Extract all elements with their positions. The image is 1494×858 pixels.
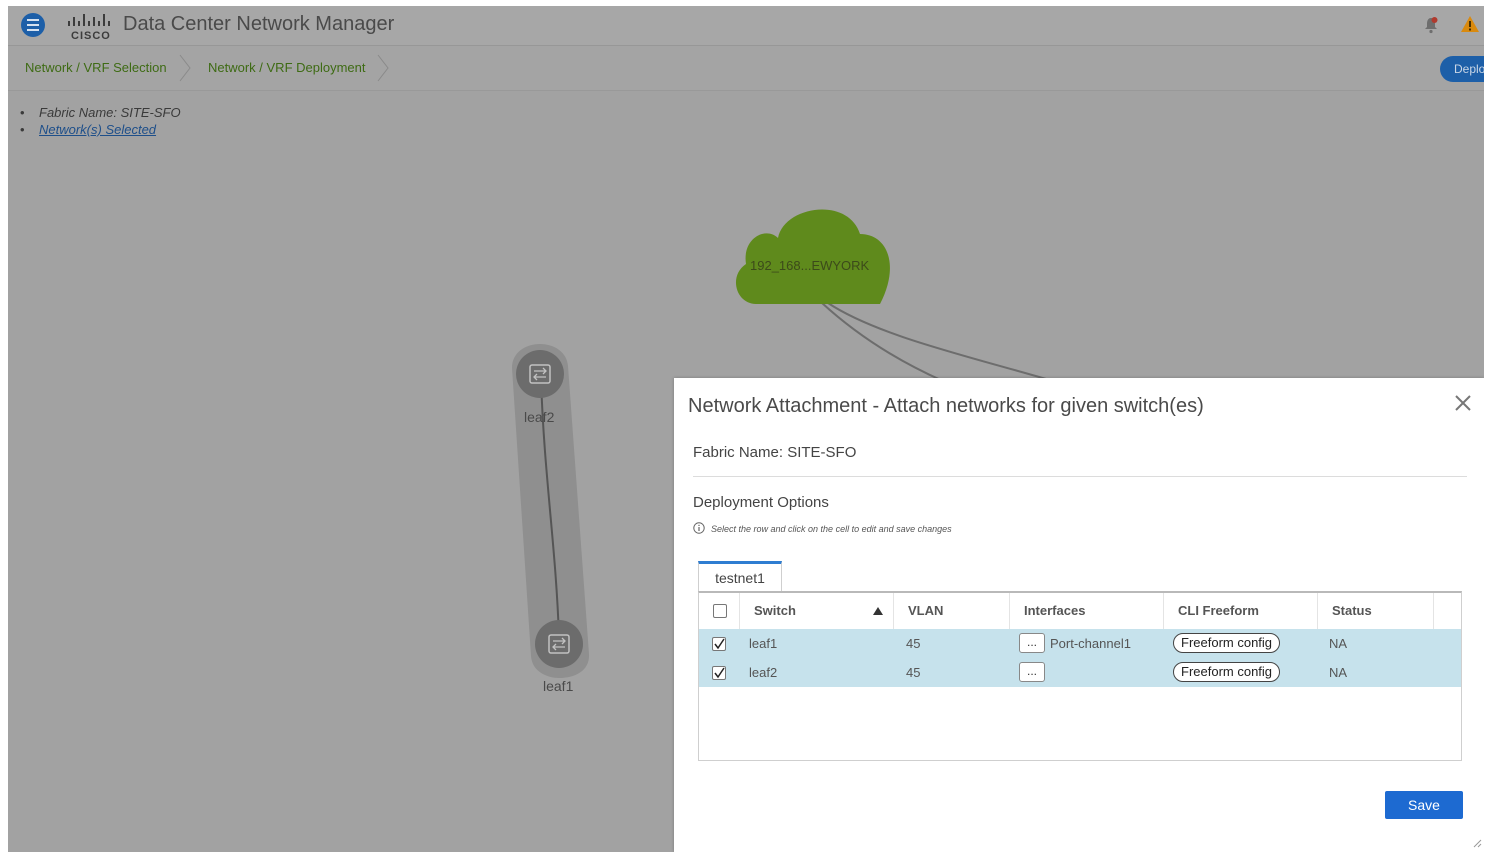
column-interfaces[interactable]: Interfaces xyxy=(1009,593,1163,629)
cell-status: NA xyxy=(1329,636,1348,651)
table-row[interactable]: leaf1 45 ... Port-channel1 Freeform conf… xyxy=(699,629,1461,658)
sort-ascending-icon[interactable] xyxy=(873,607,883,615)
hint-text: Select the row and click on the cell to … xyxy=(711,524,952,534)
cell-vlan[interactable]: 45 xyxy=(906,658,920,687)
edit-interfaces-button[interactable]: ... xyxy=(1019,633,1045,653)
tab-testnet1[interactable]: testnet1 xyxy=(698,561,782,592)
cloud-label: 192_168...EWYORK xyxy=(750,258,870,273)
column-status[interactable]: Status xyxy=(1317,593,1433,629)
cloud-icon[interactable] xyxy=(735,209,890,304)
switch-icon-leaf1[interactable] xyxy=(535,620,583,668)
divider xyxy=(693,476,1467,477)
column-switch[interactable]: Switch xyxy=(739,593,893,629)
app-window: CISCO Data Center Network Manager Networ… xyxy=(8,6,1484,852)
network-attachment-dialog: Network Attachment - Attach networks for… xyxy=(674,378,1484,852)
info-icon xyxy=(693,522,705,534)
cell-switch[interactable]: leaf1 xyxy=(749,629,777,658)
column-vlan[interactable]: VLAN xyxy=(893,593,1009,629)
cell-vlan[interactable]: 45 xyxy=(906,629,920,658)
node-label-leaf2: leaf2 xyxy=(524,409,555,425)
resize-handle-icon[interactable] xyxy=(1472,838,1482,848)
freeform-config-button[interactable]: Freeform config xyxy=(1173,633,1281,653)
switch-table: Switch VLAN Interfaces CLI Freeform Stat… xyxy=(698,591,1462,761)
node-label-leaf1: leaf1 xyxy=(543,678,574,694)
select-all-checkbox[interactable] xyxy=(713,604,727,618)
save-button[interactable]: Save xyxy=(1385,791,1463,819)
close-icon[interactable] xyxy=(1454,394,1472,412)
edit-interfaces-button[interactable]: ... xyxy=(1019,662,1045,682)
table-header: Switch VLAN Interfaces CLI Freeform Stat… xyxy=(699,593,1461,630)
column-cli-freeform[interactable]: CLI Freeform xyxy=(1163,593,1317,629)
column-spacer xyxy=(1433,593,1461,629)
cell-status: NA xyxy=(1329,665,1348,680)
deployment-options-title: Deployment Options xyxy=(693,494,829,511)
freeform-config-button[interactable]: Freeform config xyxy=(1173,662,1281,682)
dialog-fabric-name: Fabric Name: SITE-SFO xyxy=(693,444,857,461)
row-checkbox[interactable] xyxy=(712,666,726,680)
row-checkbox[interactable] xyxy=(712,637,726,651)
table-row[interactable]: leaf2 45 ... Freeform config NA xyxy=(699,658,1461,687)
cell-switch[interactable]: leaf2 xyxy=(749,658,777,687)
dialog-title: Network Attachment - Attach networks for… xyxy=(688,395,1204,417)
cell-interfaces[interactable]: Port-channel1 xyxy=(1050,629,1131,658)
switch-icon-leaf2[interactable] xyxy=(516,350,564,398)
